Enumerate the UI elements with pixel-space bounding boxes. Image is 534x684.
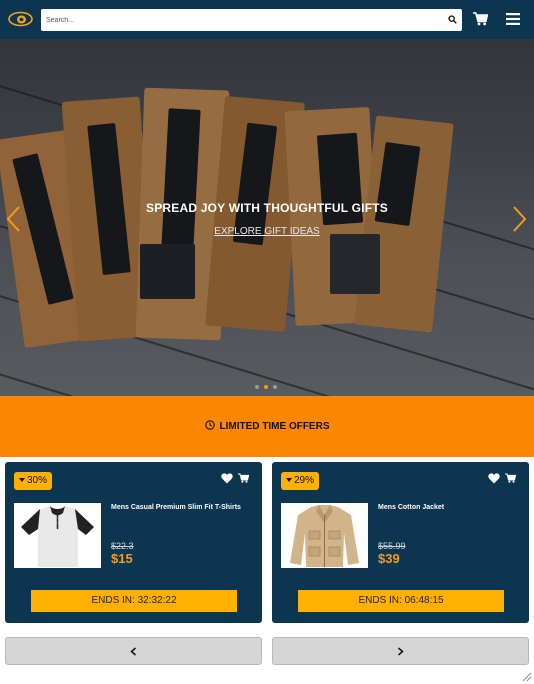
carousel-indicators xyxy=(252,385,282,390)
explore-gift-ideas-link[interactable]: EXPLORE GIFT IDEAS xyxy=(0,226,534,237)
offers-heading: LIMITED TIME OFFERS xyxy=(0,420,534,432)
countdown-timer: ENDS IN: 32:32:22 xyxy=(31,590,237,612)
discount-badge: 29% xyxy=(281,472,320,490)
offers-title: LIMITED TIME OFFERS xyxy=(219,421,330,432)
product-name[interactable]: Mens Cotton Jacket xyxy=(378,504,523,511)
offers-banner: LIMITED TIME OFFERS xyxy=(0,396,534,457)
search-icon[interactable] xyxy=(448,15,457,24)
previous-button[interactable] xyxy=(5,637,262,665)
search-input[interactable] xyxy=(41,9,441,31)
discount-value: 30% xyxy=(27,475,48,486)
carousel-dot-active[interactable] xyxy=(264,385,268,389)
hero-overlay xyxy=(0,39,534,396)
carousel-dot[interactable] xyxy=(273,385,277,389)
menu-icon[interactable] xyxy=(506,13,520,25)
eye-logo-icon[interactable] xyxy=(8,11,33,27)
chevron-right-icon xyxy=(398,647,404,656)
discount-badge: 30% xyxy=(14,472,53,490)
product-card[interactable]: 29% Mens Cotton Jacket $55.99 $39 ENDS I… xyxy=(272,462,529,623)
hero-title: SPREAD JOY WITH THOUGHTFUL GIFTS xyxy=(146,201,388,215)
product-image[interactable] xyxy=(14,503,101,568)
cart-icon[interactable] xyxy=(473,12,488,26)
tshirt-image xyxy=(14,503,101,568)
chevron-right-icon[interactable] xyxy=(512,205,527,233)
product-image[interactable] xyxy=(281,503,368,568)
discount-value: 29% xyxy=(294,475,315,486)
search-bar xyxy=(41,9,462,31)
product-card[interactable]: 30% Mens Casual Premium Slim Fit T-Shirt… xyxy=(5,462,262,623)
countdown-timer: ENDS IN: 06:48:15 xyxy=(298,590,504,612)
caret-down-icon xyxy=(19,478,25,482)
hero-carousel: SPREAD JOY WITH THOUGHTFUL GIFTS EXPLORE… xyxy=(0,39,534,396)
sale-price: $15 xyxy=(111,551,133,566)
clock-icon xyxy=(204,420,215,430)
chevron-left-icon[interactable] xyxy=(6,205,21,233)
chevron-left-icon xyxy=(130,647,136,656)
caret-down-icon xyxy=(286,478,292,482)
resize-grip-icon[interactable] xyxy=(520,670,532,682)
carousel-dot[interactable] xyxy=(255,385,259,389)
add-to-cart-icon[interactable] xyxy=(505,473,516,483)
heart-icon[interactable] xyxy=(221,473,233,484)
old-price: $22.3 xyxy=(111,541,134,551)
top-navbar xyxy=(0,0,534,39)
sale-price: $39 xyxy=(378,551,400,566)
page: SPREAD JOY WITH THOUGHTFUL GIFTS EXPLORE… xyxy=(0,0,534,684)
product-name[interactable]: Mens Casual Premium Slim Fit T-Shirts xyxy=(111,504,256,511)
heart-icon[interactable] xyxy=(488,473,500,484)
jacket-image xyxy=(281,503,368,568)
add-to-cart-icon[interactable] xyxy=(238,473,249,483)
next-button[interactable] xyxy=(272,637,529,665)
old-price: $55.99 xyxy=(378,541,406,551)
